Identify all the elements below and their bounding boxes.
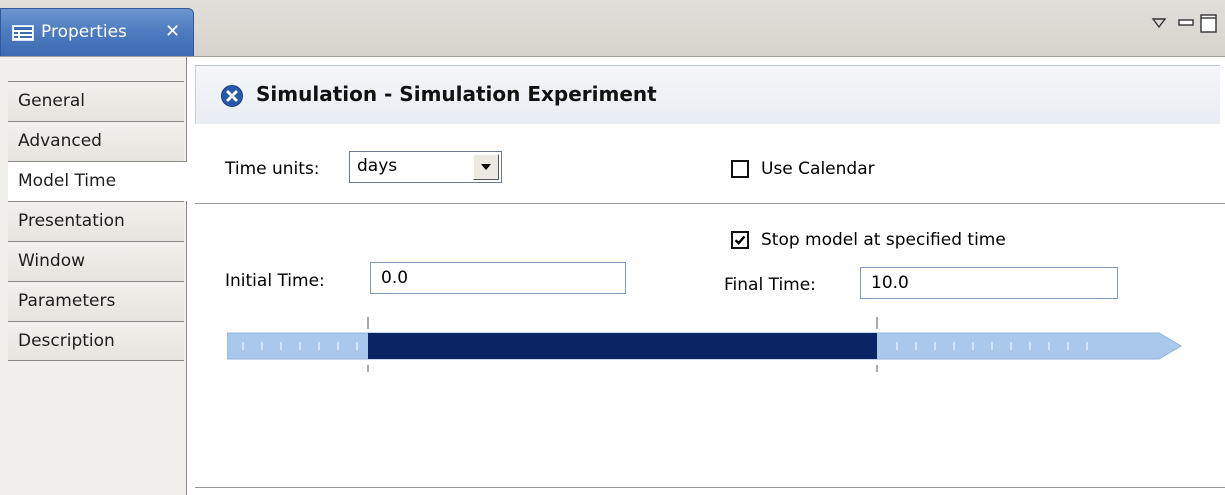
use-calendar-label: Use Calendar: [761, 159, 875, 179]
final-time-input[interactable]: 10.0: [860, 267, 1118, 299]
stop-model-checkbox[interactable]: [731, 231, 749, 249]
divider: [195, 203, 1225, 204]
time-range-bar: [227, 317, 1182, 372]
properties-table-icon: [12, 25, 34, 41]
experiment-icon: [220, 84, 244, 108]
timeline-range: [368, 333, 877, 359]
initial-time-input[interactable]: 0.0: [370, 262, 626, 294]
tab-window[interactable]: Window: [8, 241, 184, 281]
checkmark-icon: [734, 235, 746, 245]
bottom-divider: [195, 487, 1225, 488]
tab-general[interactable]: General: [8, 81, 184, 121]
tab-description[interactable]: Description: [8, 321, 184, 361]
model-time-panel: Simulation - Simulation Experiment Time …: [187, 57, 1225, 495]
use-calendar-checkbox[interactable]: [731, 160, 749, 178]
close-icon[interactable]: ✕: [165, 21, 180, 42]
section-header: Simulation - Simulation Experiment: [195, 65, 1220, 124]
view-tab-bar: Properties ✕: [0, 0, 1225, 57]
dropdown-button[interactable]: [473, 154, 499, 180]
final-time-label: Final Time:: [724, 275, 816, 295]
time-units-value: days: [357, 156, 398, 176]
time-units-label: Time units:: [225, 159, 320, 179]
page-title: Simulation - Simulation Experiment: [256, 82, 657, 106]
view-menu-icon[interactable]: [1151, 14, 1167, 34]
sidebar-divider: [8, 360, 184, 361]
stop-model-label: Stop model at specified time: [761, 230, 1006, 250]
properties-sidebar: General Advanced Model Time Presentation…: [0, 57, 187, 495]
maximize-icon[interactable]: [1200, 14, 1218, 39]
tab-presentation[interactable]: Presentation: [8, 201, 184, 241]
tab-parameters[interactable]: Parameters: [8, 281, 184, 321]
view-title: Properties: [41, 22, 127, 42]
tab-model-time[interactable]: Model Time: [8, 161, 187, 201]
minimize-icon[interactable]: [1178, 14, 1194, 34]
chevron-down-icon: [481, 164, 491, 170]
initial-time-label: Initial Time:: [225, 271, 325, 291]
tab-advanced[interactable]: Advanced: [8, 121, 184, 161]
properties-view-tab[interactable]: Properties ✕: [0, 8, 194, 56]
time-units-select[interactable]: days: [349, 151, 502, 183]
